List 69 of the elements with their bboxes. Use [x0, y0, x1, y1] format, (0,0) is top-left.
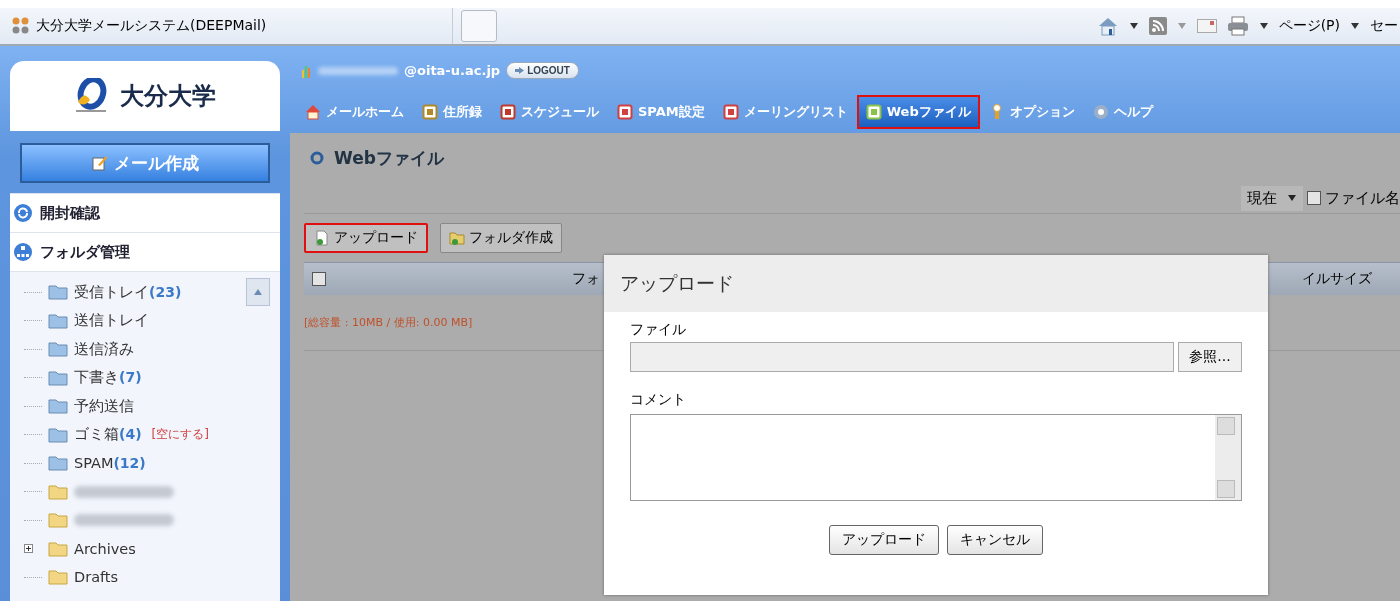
arrow-icon — [515, 67, 525, 74]
rss-icon[interactable] — [1148, 17, 1167, 35]
signal-icon — [302, 63, 312, 78]
filename-checkbox[interactable] — [1307, 191, 1321, 205]
hierarchy-icon — [14, 243, 32, 261]
new-folder-icon — [449, 230, 465, 246]
caret-icon[interactable] — [1258, 23, 1269, 29]
nav-tab[interactable]: Webファイル — [856, 95, 980, 129]
field-label: コメント — [630, 390, 687, 409]
empty-trash-link[interactable]: [空にする] — [151, 426, 209, 444]
folder-item[interactable]: 受信トレイ(23) — [74, 282, 182, 302]
column-header[interactable]: フォ — [572, 270, 600, 288]
dots-icon — [12, 17, 30, 35]
toolbar-button[interactable]: フォルダ作成 — [440, 223, 562, 253]
file-path-field[interactable] — [630, 342, 1174, 372]
up-arrow-icon — [254, 289, 262, 295]
university-logo-icon — [74, 78, 108, 114]
folder-icon — [48, 455, 68, 472]
folder-icon — [48, 540, 68, 557]
folder-item[interactable]: ゴミ箱(4) — [74, 425, 142, 445]
select-all-checkbox[interactable] — [312, 272, 326, 286]
browse-button[interactable]: 参照... — [1178, 342, 1242, 372]
scrollbar[interactable] — [246, 278, 270, 306]
period-select[interactable]: 現在 — [1241, 185, 1303, 211]
tab-title: 大分大学メールシステム(DEEPMail) — [36, 17, 267, 35]
folder-item[interactable]: 下書き(7) — [74, 368, 142, 388]
folder-icon — [48, 312, 68, 329]
comment-field[interactable] — [630, 414, 1242, 501]
dialog-button[interactable]: アップロード — [829, 525, 939, 555]
university-name: 大分大学 — [120, 81, 216, 112]
folder-icon — [48, 512, 68, 529]
caret-icon[interactable] — [1350, 23, 1360, 29]
dialog-title: アップロード — [604, 255, 1268, 312]
folder-icon — [48, 569, 68, 586]
folder-icon — [48, 398, 68, 415]
mail-icon[interactable] — [1196, 19, 1217, 33]
folder-item[interactable]: 送信済み — [74, 339, 134, 359]
folder-item[interactable]: 予約送信 — [74, 396, 134, 416]
scrollbar[interactable] — [1215, 415, 1241, 500]
folder-icon — [48, 483, 68, 500]
page-menu[interactable]: ページ(P) — [1278, 17, 1340, 35]
logout-button[interactable]: LOGOUT — [506, 62, 579, 79]
ring-icon — [310, 151, 324, 165]
refresh-icon — [14, 204, 32, 222]
checkbox-label: ファイル名 — [1325, 188, 1400, 208]
new-file-icon — [314, 230, 330, 246]
browser-tab[interactable]: 大分大学メールシステム(DEEPMail) — [8, 8, 453, 44]
field-label: ファイル — [630, 320, 687, 339]
folder-manage-link[interactable]: フォルダ管理 — [10, 232, 280, 271]
read-receipt-link[interactable]: 開封確認 — [10, 193, 280, 232]
folder-icon — [48, 341, 68, 358]
caret-icon — [1287, 195, 1297, 201]
dialog-button[interactable]: キャンセル — [947, 525, 1043, 555]
home-icon — [305, 104, 321, 120]
printer-icon[interactable] — [1226, 16, 1249, 36]
folder-icon — [48, 369, 68, 386]
folder-item[interactable]: Archives — [74, 540, 136, 557]
safety-menu[interactable]: セー — [1370, 17, 1398, 35]
user-email: @oita-u.ac.jp — [404, 63, 501, 78]
toolbar-button[interactable]: アップロード — [304, 223, 428, 253]
caret-icon[interactable] — [1128, 23, 1139, 29]
compose-icon — [91, 155, 108, 171]
folder-icon — [48, 426, 68, 443]
folder-item[interactable]: 送信トレイ — [74, 311, 149, 331]
page-title: Webファイル — [334, 146, 444, 170]
folder-item[interactable]: Drafts — [74, 569, 119, 586]
folder-icon — [48, 284, 68, 301]
folder-item[interactable]: SPAM(12) — [74, 455, 146, 472]
column-header[interactable]: イルサイズ — [1302, 270, 1372, 288]
